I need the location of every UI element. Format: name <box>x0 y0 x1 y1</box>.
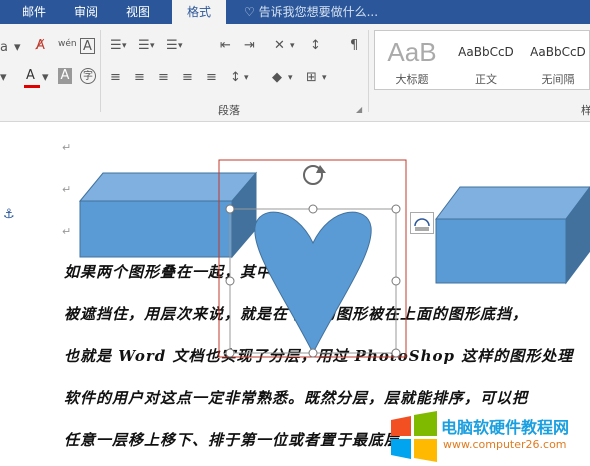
dropdown-icon[interactable]: ▾ <box>14 40 21 56</box>
font-color-dropdown-icon[interactable]: ▾ <box>42 70 49 86</box>
watermark-title: 电脑软硬件教程网 <box>441 418 570 437</box>
paragraph-group-label: 段落 <box>218 104 240 117</box>
highlight-dropdown-icon[interactable]: ▾ <box>0 70 7 86</box>
bullets-dropdown-icon[interactable]: ▾ <box>122 38 127 54</box>
style-name: 正文 <box>475 73 497 86</box>
rotate-handle-icon[interactable] <box>303 165 326 185</box>
line-spacing-icon[interactable]: ↕ <box>230 70 241 86</box>
style-name: 无间隔 <box>541 73 575 86</box>
borders-dropdown-icon[interactable]: ▾ <box>322 70 327 86</box>
resize-handle <box>391 204 401 214</box>
bullets-icon[interactable]: ☰ <box>110 38 122 54</box>
group-separator <box>368 30 369 112</box>
lightbulb-icon: ♡ <box>244 5 255 19</box>
character-border-icon[interactable]: A <box>80 38 95 54</box>
align-left-icon[interactable]: ≡ <box>110 70 121 86</box>
resize-handle <box>308 348 318 358</box>
show-formatting-icon[interactable]: ¶ <box>350 38 358 54</box>
styles-group-label: 样 <box>581 104 590 117</box>
style-preview: AaB <box>387 37 437 67</box>
windows-logo-icon <box>391 411 437 462</box>
layout-options-button[interactable] <box>410 212 434 234</box>
sort-icon[interactable]: ↕ <box>310 38 321 54</box>
borders-icon[interactable]: ⊞ <box>306 70 317 86</box>
ribbon: a ▾ A̸ wén A ▾ A ▾ A 字 ☰ ▾ ☰ ▾ ☰ ▾ ⇤ ⇥ ✕… <box>0 24 590 122</box>
style-heading[interactable]: AaB 大标题 <box>377 31 447 89</box>
numbering-dropdown-icon[interactable]: ▾ <box>150 38 155 54</box>
font-color-icon[interactable]: A <box>26 68 35 84</box>
numbering-icon[interactable]: ☰ <box>138 38 150 54</box>
tell-me-text: 告诉我您想要做什么... <box>258 5 379 19</box>
justify-icon[interactable]: ≡ <box>182 70 193 86</box>
chinese-layout-icon[interactable]: ✕ <box>274 38 285 54</box>
font-size-down-icon[interactable]: a <box>0 40 8 56</box>
heart-shape[interactable] <box>254 211 372 355</box>
resize-handle <box>391 348 401 358</box>
style-name: 大标题 <box>395 73 429 86</box>
multilevel-dropdown-icon[interactable]: ▾ <box>178 38 183 54</box>
font-color-bar <box>24 85 40 88</box>
shading-dropdown-icon[interactable]: ▾ <box>288 70 293 86</box>
tab-view[interactable]: 视图 <box>126 0 150 24</box>
watermark-url: www.computer26.com <box>443 438 567 451</box>
increase-indent-icon[interactable]: ⇥ <box>244 38 255 54</box>
style-preview: AaBbCcD <box>530 45 586 59</box>
line-spacing-dropdown-icon[interactable]: ▾ <box>244 70 249 86</box>
tell-me-box[interactable]: ♡ 告诉我您想要做什么... <box>244 0 378 24</box>
align-right-icon[interactable]: ≡ <box>158 70 169 86</box>
multilevel-list-icon[interactable]: ☰ <box>166 38 178 54</box>
ribbon-tab-bar: 邮件 审阅 视图 格式 ♡ 告诉我您想要做什么... <box>0 0 590 24</box>
resize-handle <box>225 204 235 214</box>
phonetic-guide-icon[interactable]: wén <box>58 36 77 52</box>
resize-handle <box>225 276 235 286</box>
chinese-layout-dropdown-icon[interactable]: ▾ <box>290 38 295 54</box>
watermark: 电脑软硬件教程网 www.computer26.com <box>387 410 590 466</box>
style-preview: AaBbCcD <box>458 45 514 59</box>
clear-formatting-icon[interactable]: A̸ <box>36 38 45 54</box>
layout-options-icon <box>414 218 430 231</box>
style-no-spacing[interactable]: AaBbCcD 无间隔 <box>525 31 590 89</box>
tab-review[interactable]: 审阅 <box>74 0 98 24</box>
shading-icon[interactable]: ◆ <box>272 70 282 86</box>
align-center-icon[interactable]: ≡ <box>134 70 145 86</box>
tab-format[interactable]: 格式 <box>172 0 226 24</box>
group-separator <box>100 30 101 112</box>
styles-gallery: AaB 大标题 AaBbCcD 正文 AaBbCcD 无间隔 <box>374 30 590 90</box>
tab-mailings[interactable]: 邮件 <box>22 0 46 24</box>
resize-handle <box>225 348 235 358</box>
paragraph-launcher-icon[interactable]: ◢ <box>356 105 362 114</box>
cube-shape-right[interactable] <box>435 186 590 285</box>
decrease-indent-icon[interactable]: ⇤ <box>220 38 231 54</box>
distributed-icon[interactable]: ≡ <box>206 70 217 86</box>
style-normal[interactable]: AaBbCcD 正文 <box>451 31 521 89</box>
enclose-characters-icon[interactable]: 字 <box>80 68 96 84</box>
resize-handle <box>391 276 401 286</box>
resize-handle <box>308 204 318 214</box>
character-shading-icon[interactable]: A <box>58 68 72 84</box>
